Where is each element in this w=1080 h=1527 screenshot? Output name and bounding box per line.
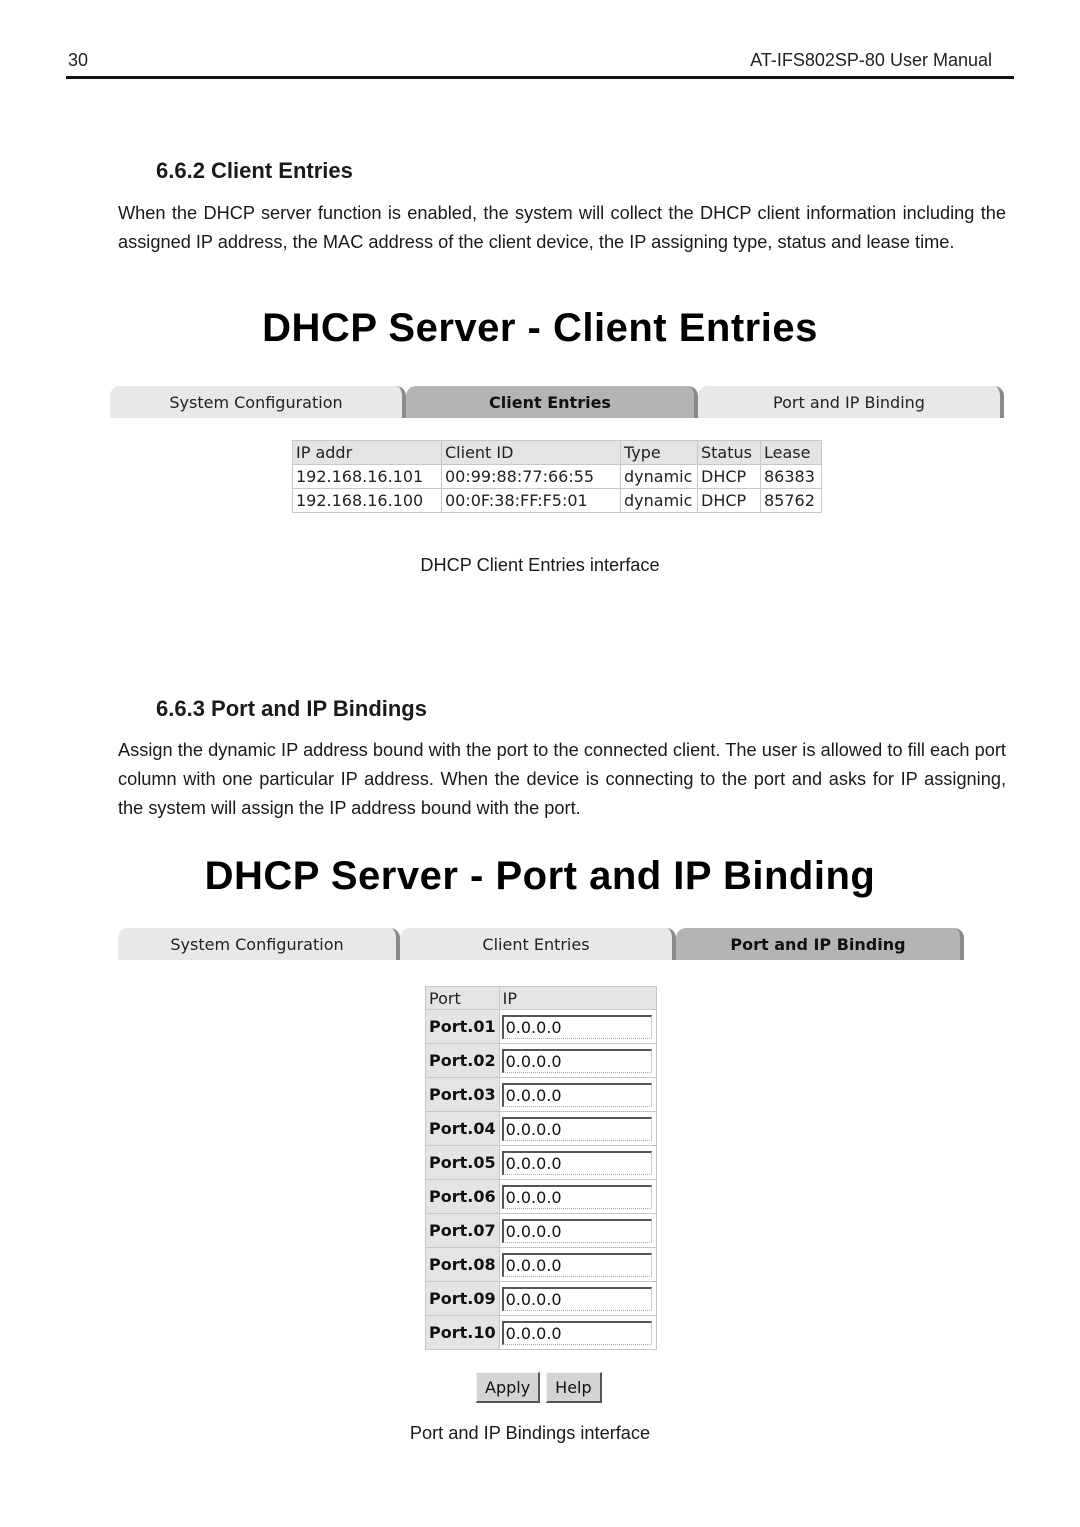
column-header-lease: Lease [760,440,822,465]
column-header-ip: IP [498,986,657,1010]
tab-label: Port and IP Binding [730,934,906,954]
tab-system-configuration[interactable]: System Configuration [110,386,406,418]
manual-title: AT-IFS802SP-80 User Manual [750,50,992,70]
page-number: 30 [68,50,89,70]
column-header-type: Type [620,440,698,465]
cell-client-id: 00:0F:38:FF:F5:01 [441,488,621,513]
table-row: Port.04 [425,1111,657,1146]
port-ip-bindings-paragraph: Assign the dynamic IP address bound with… [118,740,1006,818]
ip-cell [498,1281,657,1316]
port-label: Port.08 [425,1247,500,1282]
port-ip-input[interactable] [501,1116,652,1141]
port-ip-input[interactable] [501,1320,652,1345]
port-ip-binding-tabbar: System Configuration Client Entries Port… [118,928,964,960]
page-header: 30 AT-IFS802SP-80 User Manual [66,50,1014,72]
cell-client-id: 00:99:88:77:66:55 [441,464,621,489]
port-ip-input[interactable] [501,1184,652,1209]
tab-label: Client Entries [482,934,590,954]
table-row: Port.10 [425,1315,657,1350]
ip-cell [498,1077,657,1112]
ip-cell [498,1111,657,1146]
port-label: Port.10 [425,1315,500,1350]
ip-cell [498,1043,657,1078]
tab-label: Port and IP Binding [773,392,925,412]
cell-status: DHCP [697,488,761,513]
section-heading-port-ip-bindings: 6.6.3 Port and IP Bindings [156,696,427,721]
tab-client-entries[interactable]: Client Entries [406,386,698,418]
section-heading-client-entries: 6.6.2 Client Entries [156,158,353,183]
port-label: Port.03 [425,1077,500,1112]
tab-client-entries[interactable]: Client Entries [400,928,676,960]
table-row: Port.05 [425,1145,657,1180]
help-button[interactable]: Help [546,1372,602,1403]
client-entries-paragraph: When the DHCP server function is enabled… [118,203,1006,252]
table-row: Port.01 [425,1009,657,1044]
port-label: Port.06 [425,1179,500,1214]
port-ip-input[interactable] [501,1082,652,1107]
client-entries-tabbar: System Configuration Client Entries Port… [110,386,1004,418]
port-label: Port.04 [425,1111,500,1146]
port-ip-input[interactable] [501,1252,652,1277]
tab-port-and-ip-binding[interactable]: Port and IP Binding [676,928,964,960]
ip-cell [498,1247,657,1282]
tab-port-and-ip-binding[interactable]: Port and IP Binding [698,386,1004,418]
header-rule [66,76,1014,79]
cell-ip-addr: 192.168.16.100 [292,488,442,513]
port-label: Port.05 [425,1145,500,1180]
tab-label: System Configuration [169,392,343,412]
client-entries-table: IP addr Client ID Type Status Lease 192.… [292,440,822,513]
port-ip-input[interactable] [501,1286,652,1311]
table-header-row: IP addr Client ID Type Status Lease [292,440,822,465]
cell-type: dynamic [620,488,698,513]
table-row: Port.08 [425,1247,657,1282]
column-header-status: Status [697,440,761,465]
cell-lease: 85762 [760,488,822,513]
ip-cell [498,1145,657,1180]
table-row: Port.06 [425,1179,657,1214]
screen-title-port-ip-binding: DHCP Server - Port and IP Binding [204,854,876,898]
column-header-client-id: Client ID [441,440,621,465]
column-header-ip-addr: IP addr [292,440,442,465]
tab-system-configuration[interactable]: System Configuration [118,928,400,960]
table-row: Port.03 [425,1077,657,1112]
table-row: Port.09 [425,1281,657,1316]
cell-status: DHCP [697,464,761,489]
port-ip-input[interactable] [501,1150,652,1175]
table-header-row: Port IP [425,986,657,1010]
screen-title-client-entries: DHCP Server - Client Entries [262,306,818,350]
ip-cell [498,1009,657,1044]
port-label: Port.01 [425,1009,500,1044]
figure-caption-client-entries: DHCP Client Entries interface [420,555,660,575]
ip-cell [498,1179,657,1214]
port-label: Port.02 [425,1043,500,1078]
figure-caption-port-ip-bindings: Port and IP Bindings interface [409,1423,651,1443]
ip-cell [498,1213,657,1248]
cell-ip-addr: 192.168.16.101 [292,464,442,489]
port-ip-binding-table: Port IP Port.01Port.02Port.03Port.04Port… [425,986,657,1350]
cell-type: dynamic [620,464,698,489]
column-header-port: Port [425,986,500,1010]
form-buttons: Apply Help [476,1372,602,1403]
port-label: Port.09 [425,1281,500,1316]
table-row: Port.07 [425,1213,657,1248]
ip-cell [498,1315,657,1350]
tab-label: Client Entries [489,392,611,412]
tab-label: System Configuration [170,934,344,954]
apply-button[interactable]: Apply [476,1372,541,1403]
port-ip-input[interactable] [501,1048,652,1073]
port-ip-input[interactable] [501,1218,652,1243]
port-ip-input[interactable] [501,1014,652,1039]
table-row: Port.02 [425,1043,657,1078]
port-label: Port.07 [425,1213,500,1248]
cell-lease: 86383 [760,464,822,489]
table-row: 192.168.16.100 00:0F:38:FF:F5:01 dynamic… [292,488,822,513]
table-row: 192.168.16.101 00:99:88:77:66:55 dynamic… [292,464,822,489]
